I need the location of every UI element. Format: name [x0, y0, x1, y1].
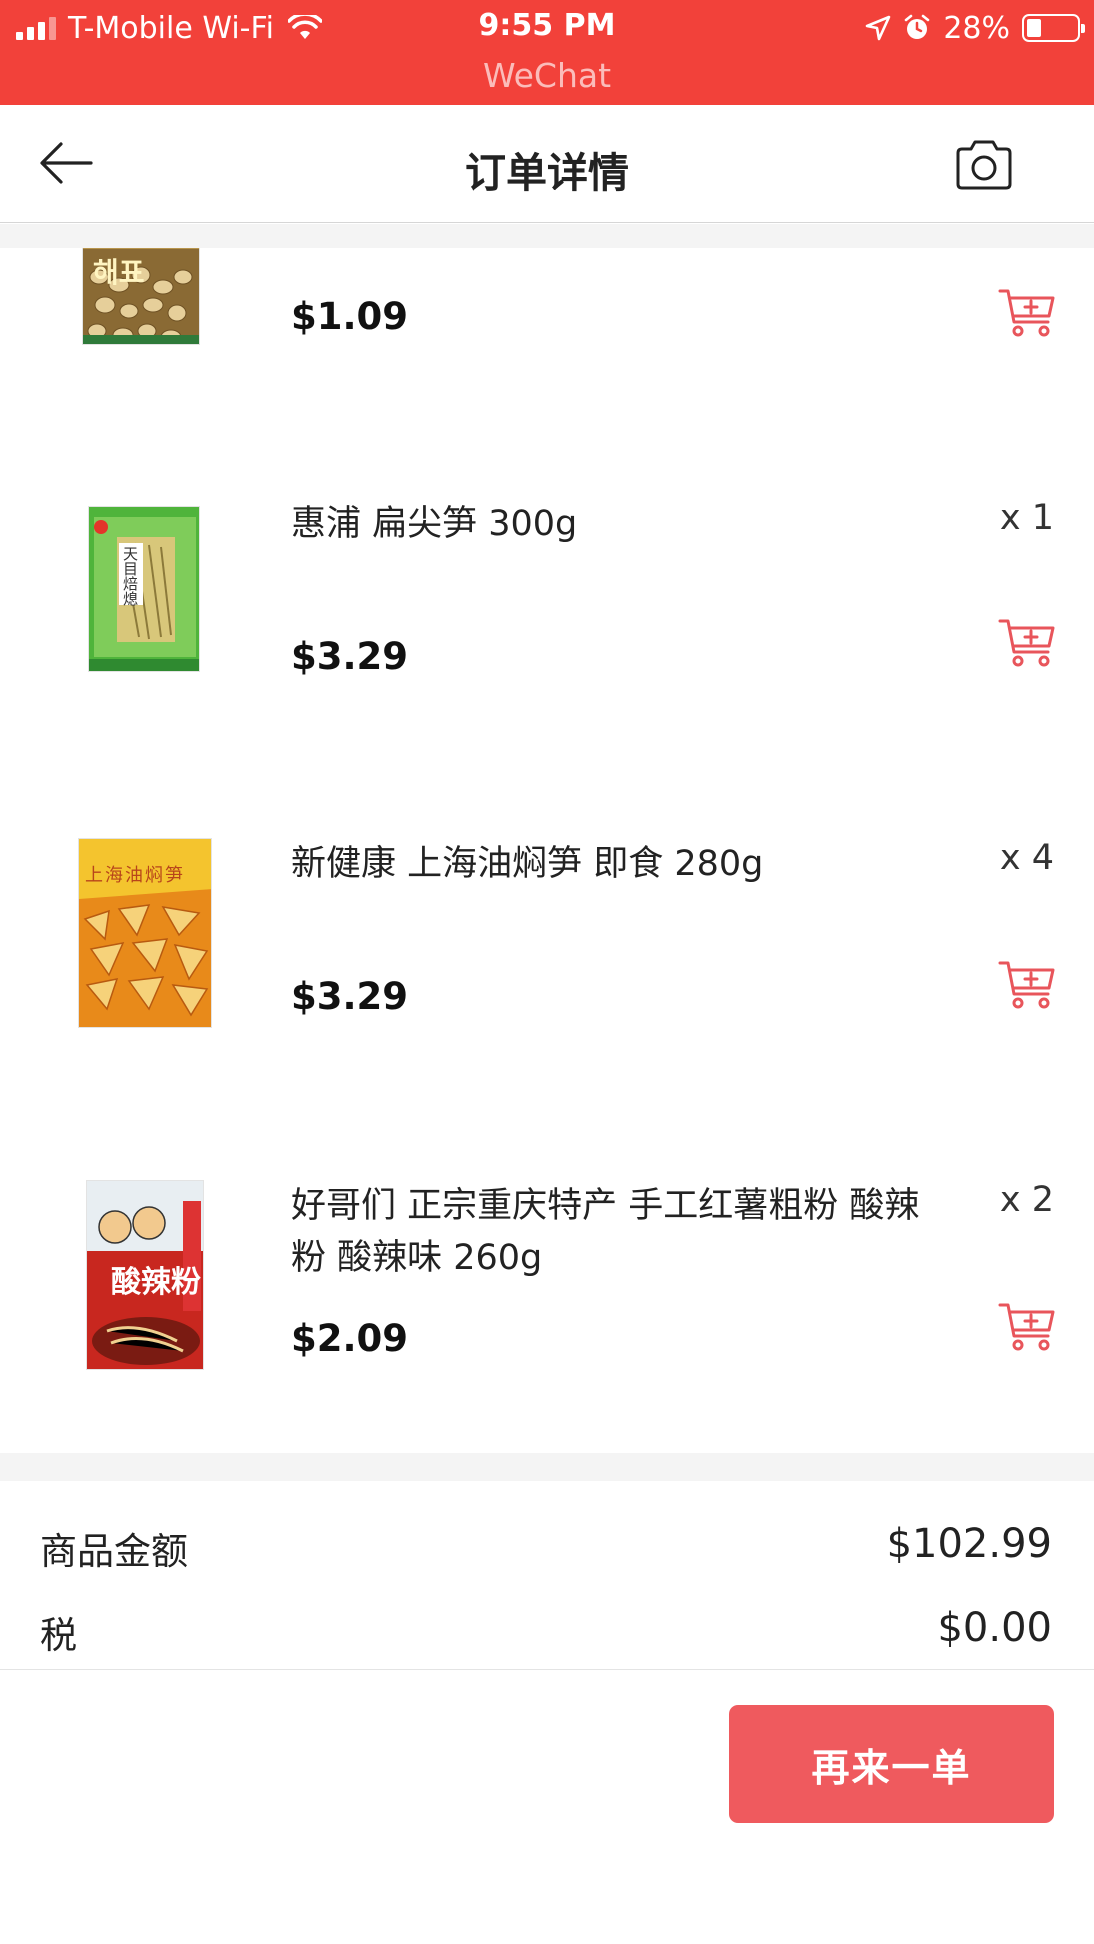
product-quantity: x 1 [999, 498, 1054, 538]
product-image: 酸辣粉 [86, 1180, 204, 1370]
product-image: 天目焙熄 [88, 506, 200, 672]
add-to-cart-icon[interactable] [998, 1300, 1056, 1352]
product-image: 해표 [82, 248, 200, 345]
order-detail-screen: T-Mobile Wi-Fi 9:55 PM 28% WeChat 订单详情 해… [0, 0, 1094, 1944]
section-divider [0, 224, 1094, 248]
subtotal-row: 商品金额 $102.99 [0, 1521, 1094, 1581]
product-quantity: x 4 [999, 838, 1054, 878]
product-price: $2.09 [291, 1317, 409, 1360]
list-item[interactable]: 上海油焖笋 新健康 上海油焖笋 即食 280g x 4 $3.29 [0, 838, 1094, 1178]
section-divider [0, 1453, 1094, 1481]
list-item[interactable]: 酸辣粉 好哥们 正宗重庆特产 手工红薯粗粉 酸辣粉 酸辣味 260g x 2 $… [0, 1180, 1094, 1453]
alarm-icon [905, 14, 930, 39]
list-item[interactable]: 해표 $1.09 [0, 248, 1094, 498]
camera-icon[interactable] [954, 139, 1014, 191]
product-image-text: 上海油焖笋 [85, 865, 185, 886]
add-to-cart-icon[interactable] [998, 958, 1056, 1010]
status-bar: T-Mobile Wi-Fi 9:55 PM 28% WeChat [0, 0, 1094, 105]
reorder-button[interactable]: 再来一单 [729, 1705, 1054, 1823]
tax-label: 税 [40, 1614, 77, 1657]
status-right: 28% [865, 8, 1085, 48]
battery-icon [1022, 14, 1085, 42]
nav-bar: 订单详情 [0, 105, 1094, 223]
page-title: 订单详情 [465, 149, 629, 197]
product-image-text: 酸辣粉 [111, 1265, 201, 1300]
add-to-cart-icon[interactable] [998, 616, 1056, 668]
order-item-list: 해표 $1.09 天目焙熄 惠浦 扁尖笋 300g x 1 $3.29 上海油焖… [0, 248, 1094, 1453]
wechat-label: WeChat [482, 56, 612, 95]
product-image-text: 해표 [93, 256, 145, 289]
tax-row: 税 $0.00 [0, 1605, 1094, 1665]
product-image: 上海油焖笋 [78, 838, 212, 1028]
subtotal-label: 商品金额 [40, 1530, 188, 1573]
product-price: $3.29 [291, 635, 409, 678]
price-summary: 商品金额 $102.99 税 $0.00 [0, 1481, 1094, 1670]
list-item[interactable]: 天目焙熄 惠浦 扁尖笋 300g x 1 $3.29 [0, 498, 1094, 838]
battery-percent: 28% [943, 10, 1010, 46]
product-price: $3.29 [291, 975, 409, 1018]
add-to-cart-icon[interactable] [998, 286, 1056, 338]
product-quantity: x 2 [999, 1180, 1054, 1220]
location-arrow-icon [866, 15, 891, 41]
product-price: $1.09 [291, 295, 409, 338]
product-image-text: 天目焙熄 [123, 545, 139, 608]
product-name: 新健康 上海油焖笋 即食 280g [291, 844, 764, 884]
tax-value: $0.00 [937, 1605, 1052, 1651]
product-name: 惠浦 扁尖笋 300g [291, 504, 578, 544]
product-name: 好哥们 正宗重庆特产 手工红薯粗粉 酸辣粉 酸辣味 260g [291, 1186, 920, 1278]
subtotal-value: $102.99 [886, 1521, 1052, 1567]
